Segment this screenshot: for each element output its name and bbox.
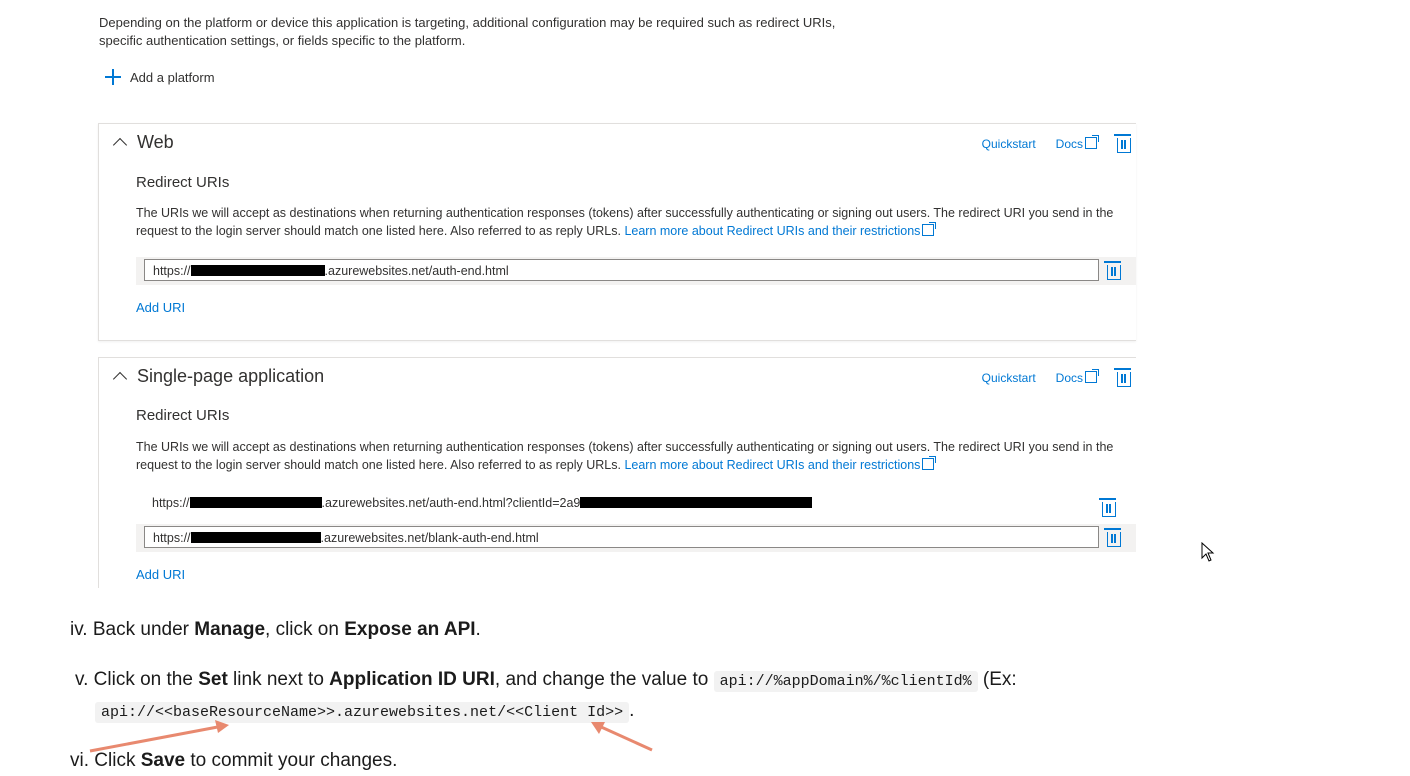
- external-link-icon: [922, 222, 937, 236]
- page: Depending on the platform or device this…: [0, 0, 1410, 776]
- delete-platform-icon[interactable]: [1114, 368, 1131, 387]
- docs-label: Docs: [1055, 136, 1083, 151]
- add-uri-link[interactable]: Add URI: [136, 567, 185, 582]
- docs-link[interactable]: Docs: [1055, 134, 1099, 151]
- plus-icon: [104, 68, 122, 86]
- step-text: (Ex:: [977, 669, 1017, 690]
- redirect-uri-row[interactable]: https:// .azurewebsites.net/auth-end.html…: [152, 496, 813, 510]
- redirect-uri-row: https:// .azurewebsites.net/blank-auth-en…: [136, 524, 1136, 552]
- delete-platform-icon[interactable]: [1114, 134, 1131, 153]
- web-platform-panel: Web Quickstart Docs Redirect URIs The UR…: [98, 123, 1136, 341]
- delete-uri-icon[interactable]: [1104, 261, 1121, 280]
- step-v: v. Click on the Set link next to Applica…: [75, 669, 1017, 692]
- add-platform-label: Add a platform: [130, 69, 215, 85]
- code-snippet: api://%appDomain%/%clientId%: [713, 671, 978, 692]
- redacted-block: [190, 265, 325, 276]
- chevron-up-icon[interactable]: [112, 137, 128, 153]
- redacted-block: [189, 497, 322, 508]
- step-text: , and change the value to: [494, 669, 714, 690]
- web-panel-actions: Quickstart Docs: [982, 134, 1136, 153]
- add-platform-button[interactable]: Add a platform: [104, 68, 215, 86]
- quickstart-link[interactable]: Quickstart: [982, 137, 1036, 151]
- redirect-uri-row: https:// .azurewebsites.net/auth-end.html: [136, 257, 1136, 285]
- spa-panel-actions: Quickstart Docs: [982, 368, 1136, 387]
- panel-title: Web: [137, 132, 174, 152]
- spa-panel-header[interactable]: Single-page application: [111, 366, 324, 387]
- annotation-arrow-right: [591, 722, 653, 752]
- step-text: .: [475, 619, 481, 640]
- learn-more-label: Learn more about Redirect URIs and their…: [624, 458, 921, 472]
- step-text: , click on: [265, 619, 345, 640]
- annotation-arrow-left: [89, 720, 229, 753]
- chevron-up-icon[interactable]: [112, 371, 128, 387]
- step-iv: iv. Back under Manage, click on Expose a…: [70, 619, 481, 641]
- redacted-block: [580, 497, 813, 508]
- docs-label: Docs: [1055, 370, 1083, 385]
- uri-prefix: https://: [153, 264, 191, 278]
- uri-suffix: .azurewebsites.net/auth-end.html: [324, 264, 509, 278]
- step-bold: Manage: [194, 619, 266, 640]
- uri-prefix: https://: [153, 531, 191, 545]
- intro-text: Depending on the platform or device this…: [99, 15, 836, 48]
- learn-more-link[interactable]: Learn more about Redirect URIs and their…: [624, 456, 937, 472]
- step-text: link next to: [227, 669, 330, 690]
- redirect-uri-input[interactable]: https:// .azurewebsites.net/auth-end.html: [144, 259, 1099, 281]
- uri-suffix: .azurewebsites.net/auth-end.html?clientI…: [321, 496, 581, 510]
- redirect-description: The URIs we will accept as destinations …: [136, 438, 1126, 474]
- delete-uri-icon[interactable]: [1099, 498, 1116, 517]
- redirect-description: The URIs we will accept as destinations …: [136, 204, 1126, 240]
- redirect-uris-label: Redirect URIs: [136, 174, 230, 191]
- redacted-block: [190, 532, 321, 543]
- uri-suffix: .azurewebsites.net/blank-auth-end.html: [320, 531, 539, 545]
- web-panel-header[interactable]: Web: [111, 132, 174, 153]
- learn-more-link[interactable]: Learn more about Redirect URIs and their…: [624, 222, 937, 238]
- spa-platform-panel: Single-page application Quickstart Docs …: [98, 357, 1136, 588]
- external-link-icon: [1085, 368, 1099, 383]
- docs-link[interactable]: Docs: [1055, 368, 1099, 385]
- step-text: Click on the: [93, 669, 199, 690]
- uri-prefix: https://: [152, 496, 190, 510]
- quickstart-link[interactable]: Quickstart: [982, 371, 1036, 385]
- step-bold: Expose an API: [344, 619, 476, 640]
- step-marker: v.: [75, 669, 89, 690]
- panel-title: Single-page application: [137, 366, 325, 386]
- step-bold: Set: [198, 669, 228, 690]
- add-uri-link[interactable]: Add URI: [136, 300, 185, 315]
- delete-uri-icon[interactable]: [1104, 528, 1121, 547]
- external-link-icon: [922, 456, 937, 470]
- external-link-icon: [1085, 134, 1099, 149]
- learn-more-label: Learn more about Redirect URIs and their…: [624, 224, 921, 238]
- step-text: Back under: [92, 619, 195, 640]
- redirect-uris-label: Redirect URIs: [136, 407, 230, 424]
- mouse-cursor-icon: [1201, 542, 1215, 562]
- redirect-uri-input[interactable]: https:// .azurewebsites.net/blank-auth-en…: [144, 526, 1099, 548]
- step-marker: iv.: [70, 619, 88, 640]
- step-bold: Application ID URI: [329, 669, 495, 690]
